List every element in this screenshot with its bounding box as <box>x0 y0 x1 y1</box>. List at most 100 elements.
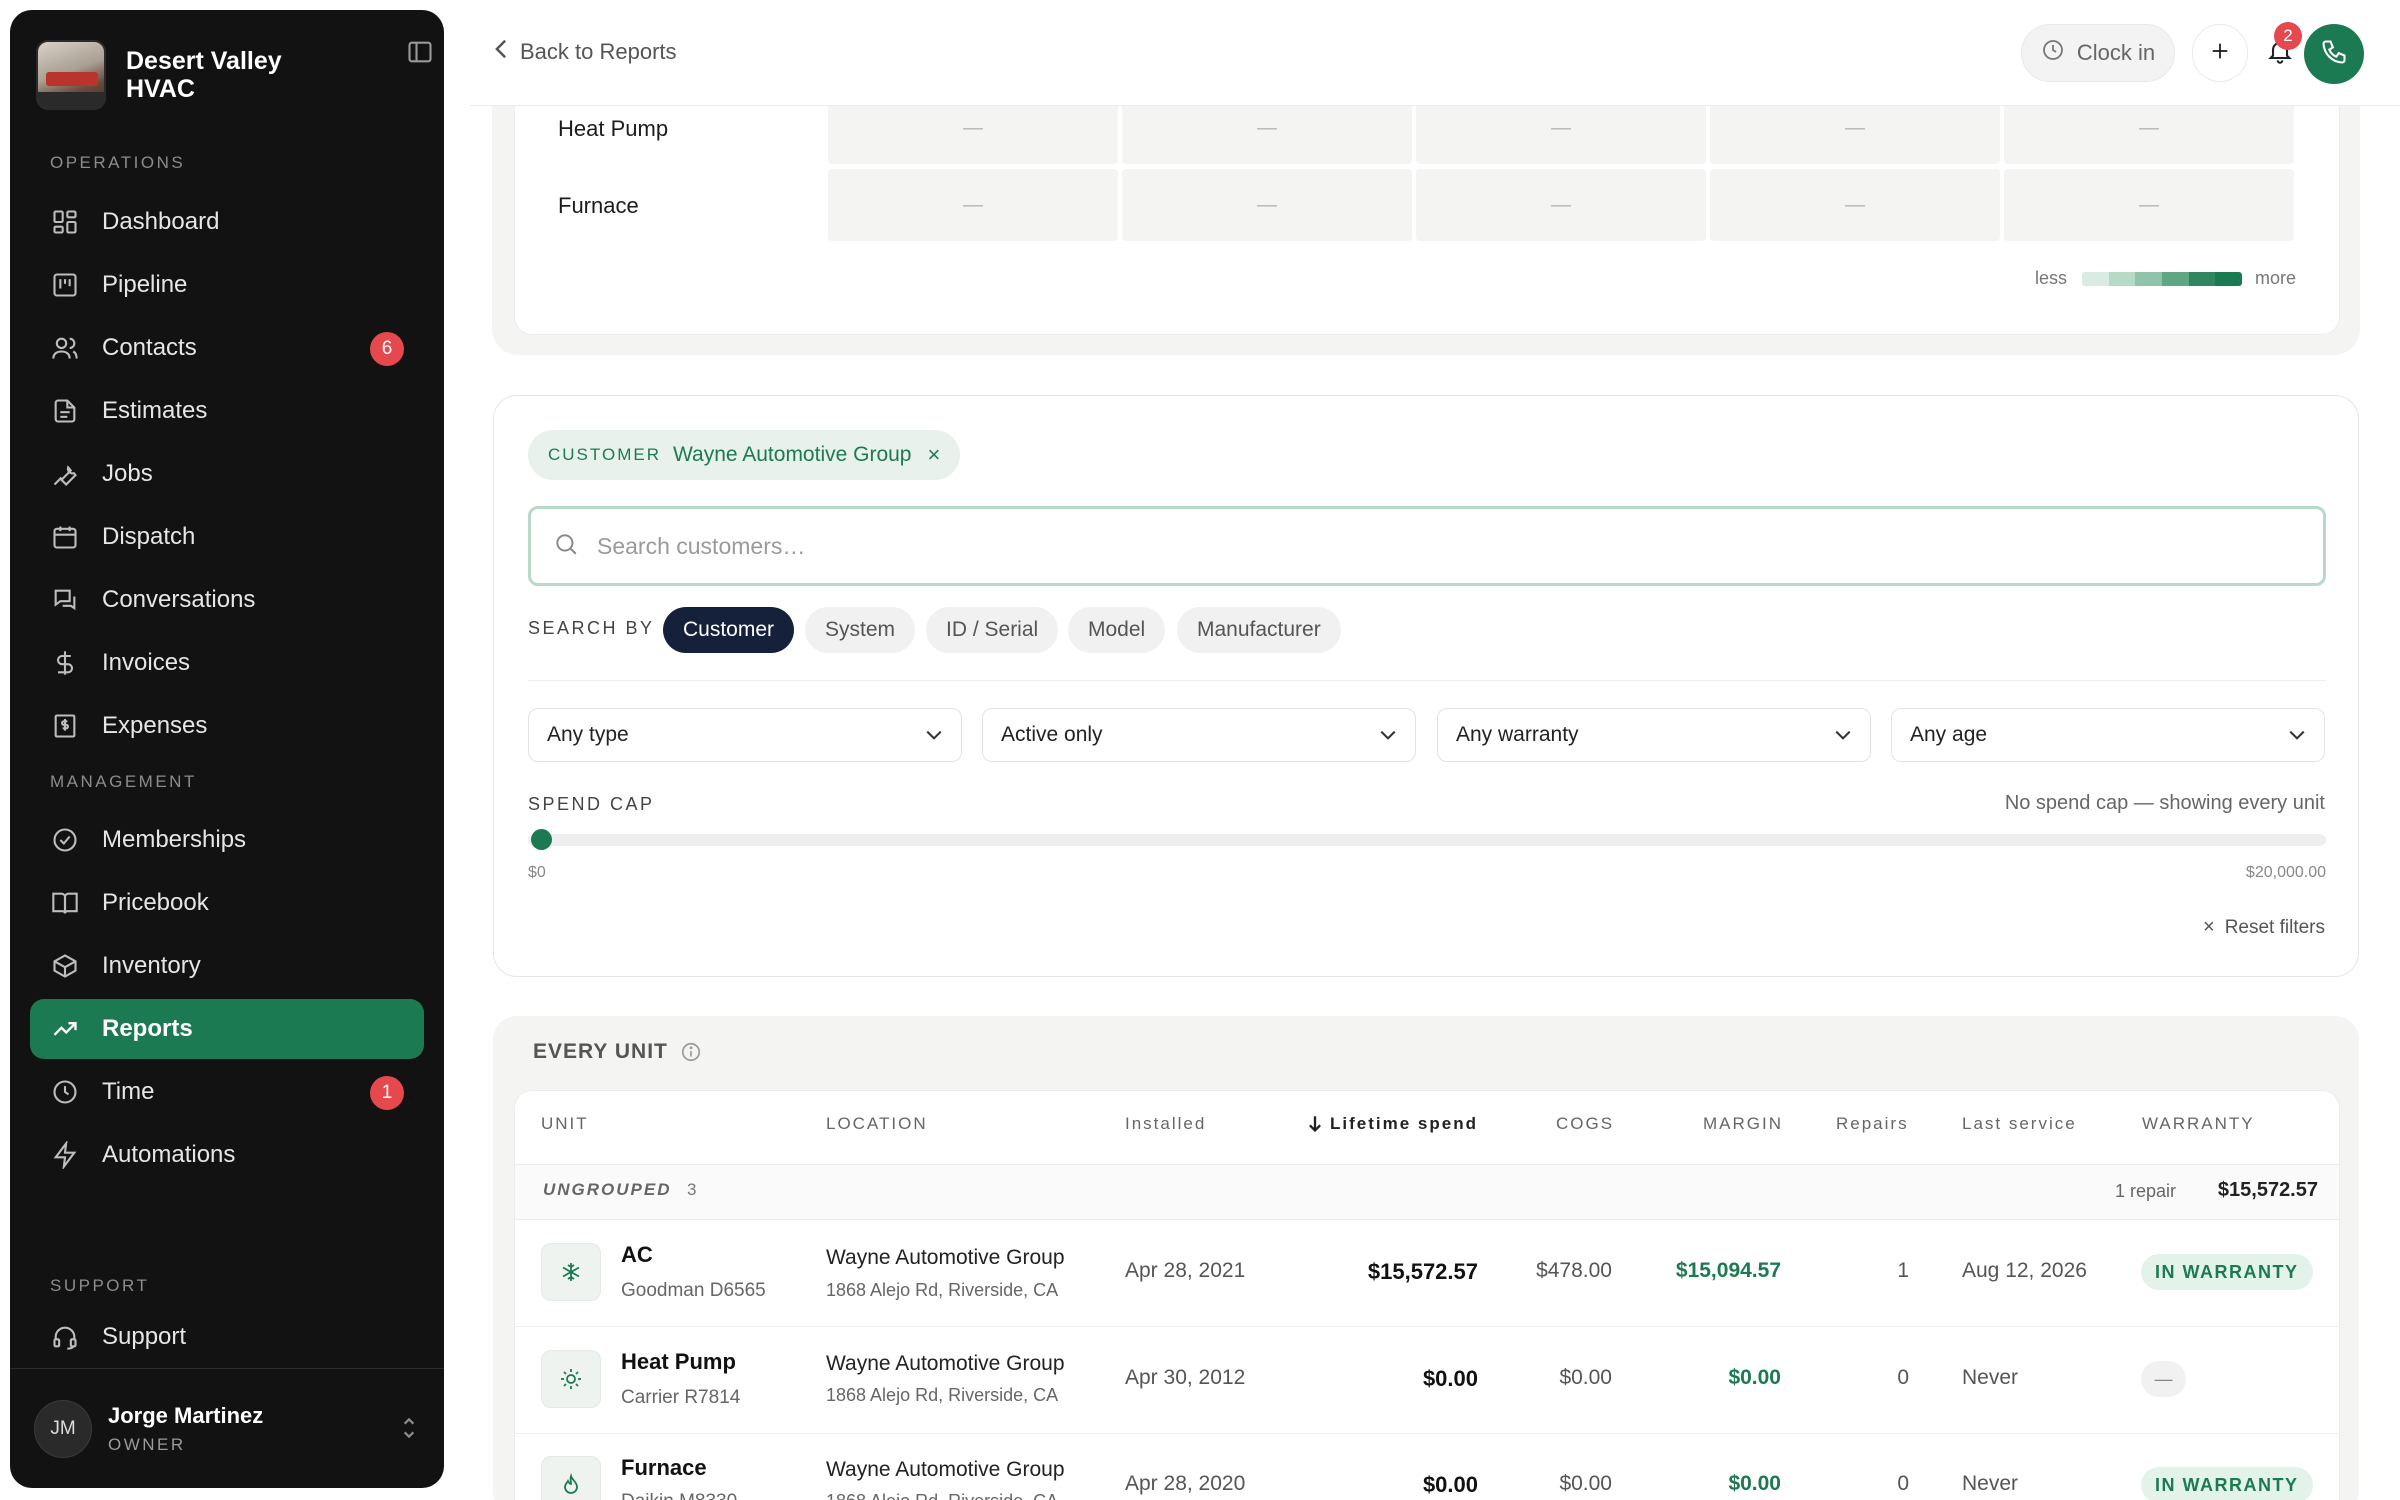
search-input[interactable] <box>597 532 2197 560</box>
age-select[interactable]: Any age <box>1891 708 2325 762</box>
clock-in-button[interactable]: Clock in <box>2021 24 2175 82</box>
unit-name[interactable]: AC <box>621 1242 653 1268</box>
unit-model: Carrier R7814 <box>621 1387 741 1408</box>
chevron-down-icon <box>2289 730 2305 740</box>
sidebar-item-jobs[interactable]: Jobs <box>30 444 424 504</box>
search-by-model[interactable]: Model <box>1068 607 1166 653</box>
legend-swatch <box>2082 272 2109 286</box>
col-margin[interactable]: MARGIN <box>1703 1114 1783 1134</box>
lifetime-spend: $0.00 <box>1422 1472 1478 1497</box>
heatmap-row-label: Furnace <box>558 193 639 218</box>
units-title-text: EVERY UNIT <box>533 1040 668 1063</box>
sidebar-item-conversations[interactable]: Conversations <box>30 570 424 630</box>
sidebar-item-reports[interactable]: Reports <box>30 999 424 1059</box>
warranty-select[interactable]: Any warranty <box>1437 708 1871 762</box>
receipt-icon <box>50 711 80 741</box>
flame-icon <box>541 1456 601 1500</box>
col-warranty[interactable]: WARRANTY <box>2142 1114 2255 1134</box>
location-name[interactable]: Wayne Automotive Group <box>826 1458 1065 1482</box>
user-menu[interactable]: JM Jorge Martinez OWNER <box>10 1368 444 1488</box>
sidebar-item-dashboard[interactable]: Dashboard <box>30 192 424 252</box>
status-select[interactable]: Active only <box>982 708 1416 762</box>
warranty-value: Any warranty <box>1456 723 1579 746</box>
unit-name[interactable]: Heat Pump <box>621 1349 736 1375</box>
sidebar-item-pricebook[interactable]: Pricebook <box>30 873 424 933</box>
search-by-system[interactable]: System <box>805 607 916 653</box>
col-location[interactable]: LOCATION <box>826 1114 928 1134</box>
divider <box>528 680 2326 681</box>
sidebar-item-estimates[interactable]: Estimates <box>30 381 424 441</box>
section-operations: OPERATIONS <box>50 153 186 172</box>
phone-icon <box>2320 38 2348 71</box>
brand-name: Desert Valley HVAC <box>126 47 282 103</box>
badge-check-icon <box>50 825 80 855</box>
time-badge: 1 <box>370 1076 404 1110</box>
spend-cap-label: SPEND CAP <box>528 794 655 814</box>
lifetime-spend: $0.00 <box>1422 1366 1478 1391</box>
bolt-icon <box>50 1140 80 1170</box>
location-name[interactable]: Wayne Automotive Group <box>826 1246 1065 1270</box>
col-installed[interactable]: Installed <box>1125 1114 1206 1134</box>
col-unit[interactable]: UNIT <box>541 1114 589 1134</box>
group-count: 3 <box>687 1180 697 1199</box>
cogs: $478.00 <box>1536 1259 1612 1282</box>
close-icon[interactable]: × <box>928 442 941 468</box>
sidebar-item-pipeline[interactable]: Pipeline <box>30 255 424 315</box>
spend-cap-slider-thumb[interactable] <box>531 829 552 850</box>
avatar: JM <box>34 1399 92 1458</box>
spend-cap-slider-track[interactable] <box>528 834 2326 846</box>
sidebar-item-invoices[interactable]: Invoices <box>30 633 424 693</box>
spend-max-label: $20,000.00 <box>2245 864 2326 881</box>
col-repairs[interactable]: Repairs <box>1836 1114 1909 1134</box>
clock-icon <box>50 1077 80 1107</box>
units-title: EVERY UNIT <box>533 1040 702 1064</box>
search-icon <box>553 531 579 562</box>
sidebar-item-expenses[interactable]: Expenses <box>30 696 424 756</box>
plus-icon <box>2209 40 2231 67</box>
heatmap-cell: — <box>2004 169 2294 241</box>
search-by-customer[interactable]: Customer <box>663 607 795 653</box>
sidebar-item-support[interactable]: Support <box>30 1307 424 1367</box>
heatmap-cell: — <box>1710 169 2000 241</box>
info-icon[interactable] <box>680 1041 702 1063</box>
group-repairs: 1 repair <box>2114 1181 2176 1201</box>
group-label: UNGROUPED <box>543 1180 672 1199</box>
user-name: Jorge Martinez <box>108 1402 264 1428</box>
search-by-manufacturer[interactable]: Manufacturer <box>1177 607 1341 653</box>
sidebar-item-time[interactable]: Time 1 <box>30 1062 424 1122</box>
filter-card <box>493 395 2359 977</box>
customer-filter-chip[interactable]: CUSTOMER Wayne Automotive Group × <box>528 430 961 480</box>
reset-filters-button[interactable]: × Reset filters <box>2203 916 2325 939</box>
heatmap-cell: — <box>828 169 1118 241</box>
trending-up-icon <box>50 1014 80 1044</box>
sidebar-item-automations[interactable]: Automations <box>30 1125 424 1185</box>
back-to-reports-link[interactable]: Back to Reports <box>494 38 677 66</box>
sidebar-item-dispatch[interactable]: Dispatch <box>30 507 424 567</box>
search-field[interactable] <box>528 506 2326 586</box>
topbar: Back to Reports Clock in 2 <box>470 0 2400 106</box>
location-address: 1868 Alejo Rd, Riverside, CA <box>826 1491 1058 1500</box>
heatmap-row-label: Heat Pump <box>558 116 669 141</box>
row-divider <box>515 1433 2339 1434</box>
group-row[interactable] <box>515 1164 2339 1220</box>
last-service: Aug 12, 2026 <box>1962 1259 2087 1282</box>
sidebar-item-label: Contacts <box>102 334 197 361</box>
margin: $15,094.57 <box>1675 1259 1781 1282</box>
chevron-down-icon <box>1380 730 1396 740</box>
sidebar-item-inventory[interactable]: Inventory <box>30 936 424 996</box>
phone-button[interactable] <box>2304 24 2364 84</box>
type-select[interactable]: Any type <box>528 708 962 762</box>
estimates-icon <box>50 396 80 426</box>
location-name[interactable]: Wayne Automotive Group <box>826 1352 1065 1376</box>
sidebar-item-contacts[interactable]: Contacts 6 <box>30 318 424 378</box>
brand[interactable]: Desert Valley HVAC <box>36 34 426 116</box>
col-last-service[interactable]: Last service <box>1962 1114 2077 1134</box>
sidebar-item-memberships[interactable]: Memberships <box>30 810 424 870</box>
add-button[interactable] <box>2192 24 2248 82</box>
sidebar-toggle-icon[interactable] <box>406 38 434 66</box>
contacts-icon <box>50 333 80 363</box>
col-lifetime-spend[interactable]: Lifetime spend <box>1308 1114 1478 1134</box>
unit-name[interactable]: Furnace <box>621 1455 707 1481</box>
search-by-id-serial[interactable]: ID / Serial <box>926 607 1059 653</box>
col-cogs[interactable]: COGS <box>1556 1114 1614 1134</box>
